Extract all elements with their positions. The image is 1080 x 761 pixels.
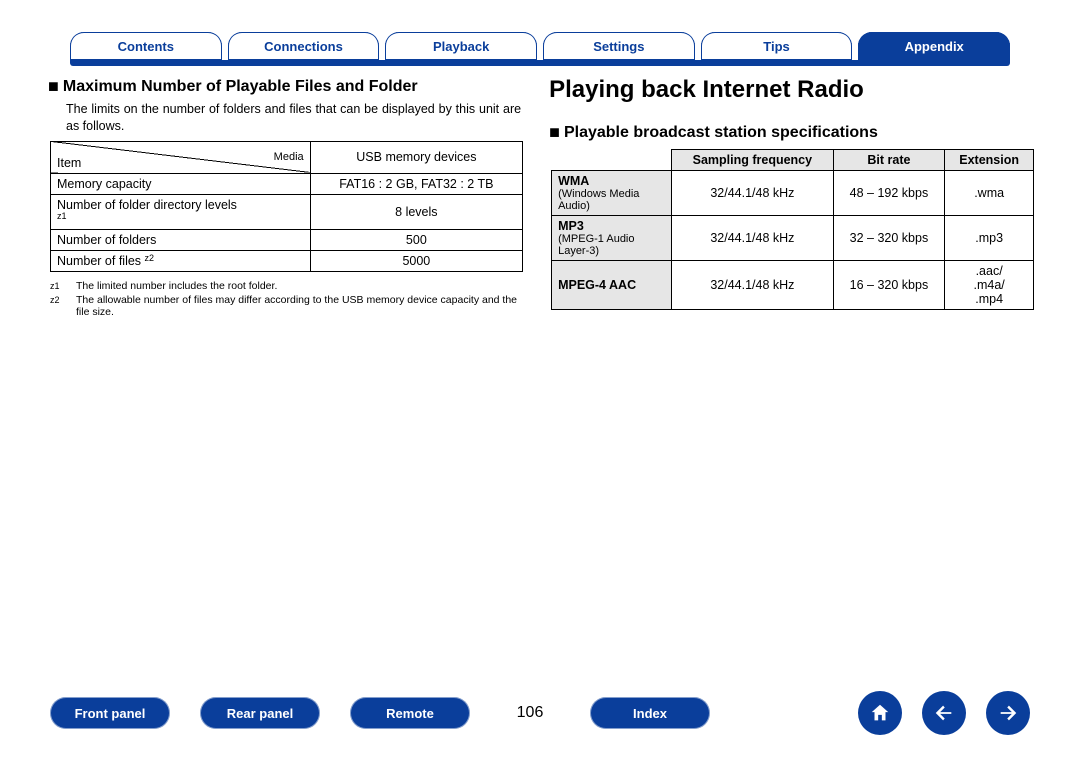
page-content: ■ Maximum Number of Playable Files and F… xyxy=(0,66,1080,320)
right-heading-text: Playable broadcast station specification… xyxy=(564,124,878,142)
home-button[interactable] xyxy=(858,691,902,735)
tab-contents[interactable]: Contents xyxy=(70,32,222,60)
right-column: Playing back Internet Radio ■ Playable b… xyxy=(549,76,1032,320)
table-row: Number of folder directory levelsz1 8 le… xyxy=(51,194,523,229)
footnotes: z1 The limited number includes the root … xyxy=(50,280,521,318)
tab-appendix[interactable]: Appendix xyxy=(858,32,1010,60)
row1-c1: 8 levels xyxy=(310,194,522,229)
next-button[interactable] xyxy=(986,691,1030,735)
left-intro: The limits on the number of folders and … xyxy=(66,101,521,135)
left-heading: ■ Maximum Number of Playable Files and F… xyxy=(48,76,521,97)
col2-header: USB memory devices xyxy=(310,141,522,173)
table-row: Memory capacity FAT16 : 2 GB, FAT32 : 2 … xyxy=(51,173,523,194)
blank-header xyxy=(552,150,672,171)
pill-front-panel[interactable]: Front panel xyxy=(50,697,170,729)
row2-c0: Number of folders xyxy=(51,229,311,250)
row0-c0: Memory capacity xyxy=(51,173,311,194)
tab-connections[interactable]: Connections xyxy=(228,32,380,60)
table-corner-cell: Media Item xyxy=(51,141,311,173)
table-row: Number of folders 500 xyxy=(51,229,523,250)
h-bitrate: Bit rate xyxy=(833,150,945,171)
tab-settings[interactable]: Settings xyxy=(543,32,695,60)
table-row: MPEG-4 AAC 32/44.1/48 kHz 16 – 320 kbps … xyxy=(552,261,1034,310)
item-label: Item xyxy=(57,156,81,170)
h-sampling: Sampling frequency xyxy=(672,150,834,171)
square-bullet-icon: ■ xyxy=(48,76,59,97)
row2-c1: 500 xyxy=(310,229,522,250)
row1-c0: Number of folder directory levelsz1 xyxy=(51,194,311,229)
pill-remote[interactable]: Remote xyxy=(350,697,470,729)
left-column: ■ Maximum Number of Playable Files and F… xyxy=(48,76,521,320)
left-heading-text: Maximum Number of Playable Files and Fol… xyxy=(63,78,418,96)
table-row: WMA (Windows Media Audio) 32/44.1/48 kHz… xyxy=(552,171,1034,216)
table-row: MP3 (MPEG-1 Audio Layer-3) 32/44.1/48 kH… xyxy=(552,216,1034,261)
usb-limits-table: Media Item USB memory devices Memory cap… xyxy=(50,141,523,272)
pill-index[interactable]: Index xyxy=(590,697,710,729)
footnote-1: z1 The limited number includes the root … xyxy=(50,280,521,292)
right-heading: ■ Playable broadcast station specificati… xyxy=(549,122,1032,143)
pill-rear-panel[interactable]: Rear panel xyxy=(200,697,320,729)
top-nav: Contents Connections Playback Settings T… xyxy=(0,0,1080,60)
tab-playback[interactable]: Playback xyxy=(385,32,537,60)
table-header-row: Sampling frequency Bit rate Extension xyxy=(552,150,1034,171)
table-row: Number of files z2 5000 xyxy=(51,250,523,271)
tab-tips[interactable]: Tips xyxy=(701,32,853,60)
media-label: Media xyxy=(274,151,304,163)
prev-button[interactable] xyxy=(922,691,966,735)
footnote-2: z2 The allowable number of files may dif… xyxy=(50,294,521,318)
circle-buttons xyxy=(858,691,1030,735)
square-bullet-icon: ■ xyxy=(549,122,560,143)
codec-wma: WMA (Windows Media Audio) xyxy=(552,171,672,216)
codec-table: Sampling frequency Bit rate Extension WM… xyxy=(551,149,1034,310)
bottom-nav: Front panel Rear panel Remote 106 Index xyxy=(0,691,1080,735)
codec-aac: MPEG-4 AAC xyxy=(552,261,672,310)
page-number: 106 xyxy=(500,704,560,722)
row3-c1: 5000 xyxy=(310,250,522,271)
row3-c0: Number of files z2 xyxy=(51,250,311,271)
arrow-right-icon xyxy=(997,702,1019,724)
row0-c1: FAT16 : 2 GB, FAT32 : 2 TB xyxy=(310,173,522,194)
arrow-left-icon xyxy=(933,702,955,724)
codec-mp3: MP3 (MPEG-1 Audio Layer-3) xyxy=(552,216,672,261)
right-h1: Playing back Internet Radio xyxy=(549,76,1032,104)
home-icon xyxy=(869,702,891,724)
h-extension: Extension xyxy=(945,150,1034,171)
